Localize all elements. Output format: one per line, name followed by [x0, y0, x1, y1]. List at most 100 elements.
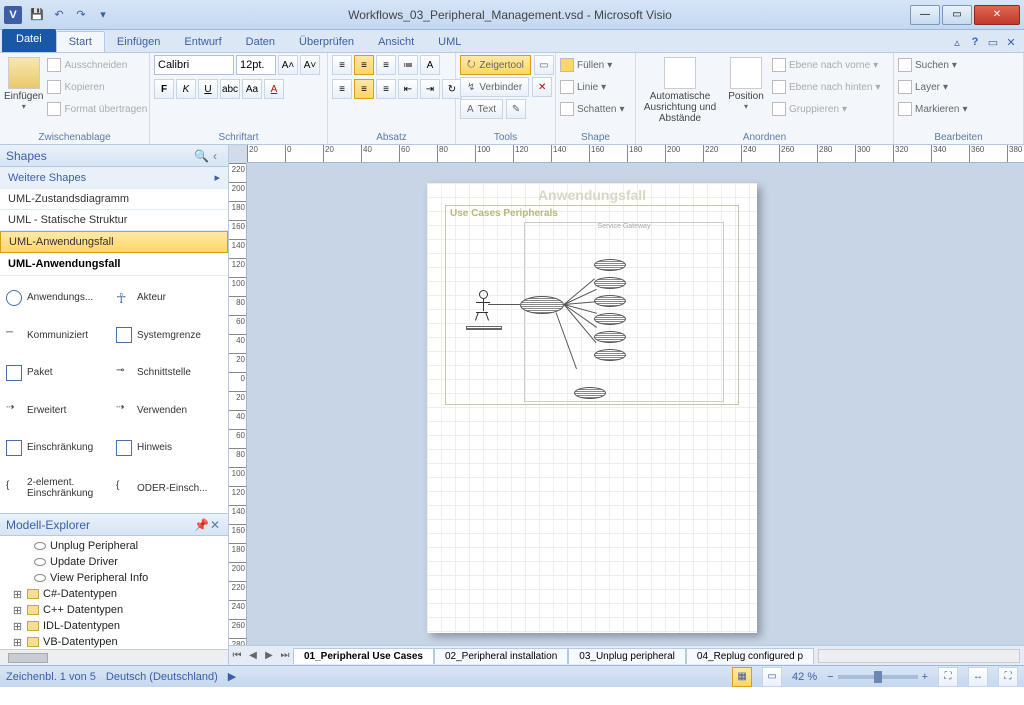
help-icon[interactable]: ? — [968, 36, 982, 48]
shape-actor[interactable]: ☥Akteur — [116, 282, 222, 314]
undo-icon[interactable]: ↶ — [50, 6, 68, 24]
tab-view[interactable]: Ansicht — [366, 32, 426, 52]
shape-usecase[interactable]: Anwendungs... — [6, 282, 112, 314]
position-button[interactable]: Position ▾ — [724, 55, 768, 111]
align-left-button[interactable]: ≡ — [332, 79, 352, 99]
shape-communicates[interactable]: ─Kommuniziert — [6, 320, 112, 352]
shape-extends[interactable]: ⇢Erweitert — [6, 395, 112, 427]
tab-start[interactable]: Start — [56, 31, 105, 52]
shapes-collapse-icon[interactable]: ‹ — [208, 149, 222, 163]
qat-dropdown-icon[interactable]: ▾ — [94, 6, 112, 24]
fill-button[interactable]: Füllen ▾ — [560, 55, 625, 75]
shape-or-constraint[interactable]: {ODER-Einsch... — [116, 470, 222, 508]
page-tab-0[interactable]: 01_Peripheral Use Cases — [293, 648, 434, 664]
more-shapes-row[interactable]: Weitere Shapes▸ — [0, 167, 228, 189]
send-back-button[interactable]: Ebene nach hinten ▾ — [772, 77, 880, 97]
clear-format-button[interactable]: A — [420, 55, 440, 75]
ribbon-minimize-icon[interactable]: ▵ — [950, 36, 964, 49]
actor-figure[interactable] — [476, 290, 490, 320]
align-top-button[interactable]: ≡ — [332, 55, 352, 75]
strike-button[interactable]: abc — [220, 79, 240, 99]
explorer-pin-icon[interactable]: 📌 — [194, 518, 208, 532]
explorer-tree[interactable]: Unplug Peripheral Update Driver View Per… — [0, 536, 228, 649]
fullscreen-icon[interactable]: ⛶ — [998, 667, 1018, 687]
macro-icon[interactable]: ▶ — [228, 670, 236, 683]
drawing-page[interactable]: Anwendungsfall Use Cases Peripherals Ser… — [427, 183, 757, 633]
format-painter-button[interactable]: Format übertragen — [47, 99, 147, 119]
align-middle-button[interactable]: ≡ — [354, 55, 374, 75]
canvas-hscroll[interactable] — [818, 649, 1020, 663]
usecase-5[interactable] — [594, 331, 626, 343]
window-close2-icon[interactable]: ✕ — [1004, 36, 1018, 49]
font-size-input[interactable] — [236, 55, 276, 75]
line-button[interactable]: Linie ▾ — [560, 77, 625, 97]
shape-boundary[interactable]: Systemgrenze — [116, 320, 222, 352]
view-mode-wide-icon[interactable]: ▭ — [762, 667, 782, 687]
align-bottom-button[interactable]: ≡ — [376, 55, 396, 75]
zoom-label[interactable]: 42 % — [792, 671, 817, 683]
usecase-6[interactable] — [594, 349, 626, 361]
cut-button[interactable]: Ausschneiden — [47, 55, 147, 75]
bring-front-button[interactable]: Ebene nach vorne ▾ — [772, 55, 880, 75]
stencil-row-1[interactable]: UML - Statische Struktur — [0, 210, 228, 231]
layer-button[interactable]: Layer ▾ — [898, 77, 968, 97]
page-tab-1[interactable]: 02_Peripheral installation — [434, 648, 568, 664]
shape-constraint[interactable]: Einschränkung — [6, 432, 112, 464]
cancel-tool-icon[interactable]: ✕ — [532, 77, 552, 97]
expand-icon[interactable]: ⊞ — [12, 620, 23, 633]
main-usecase[interactable] — [520, 296, 564, 314]
select-button[interactable]: Markieren ▾ — [898, 99, 968, 119]
auto-align-button[interactable]: Automatische Ausrichtung und Abstände — [640, 55, 720, 124]
page-last-icon[interactable]: ⏭ — [277, 650, 293, 661]
pointer-tool-button[interactable]: ⭮ Zeigertool — [460, 55, 531, 75]
bold-button[interactable]: F — [154, 79, 174, 99]
page-prev-icon[interactable]: ◀ — [245, 650, 261, 661]
shape-package[interactable]: Paket — [6, 357, 112, 389]
expand-icon[interactable]: ⊞ — [12, 636, 23, 649]
copy-button[interactable]: Kopieren — [47, 77, 147, 97]
text-tool-button[interactable]: A Text — [460, 99, 503, 119]
usecase-4[interactable] — [594, 313, 626, 325]
save-icon[interactable]: 💾 — [28, 6, 46, 24]
font-color-button[interactable]: A — [264, 79, 284, 99]
actor-platform[interactable] — [466, 326, 502, 330]
shape-interface[interactable]: ⊸Schnittstelle — [116, 357, 222, 389]
stencil-row-0[interactable]: UML-Zustandsdiagramm — [0, 189, 228, 210]
group-button[interactable]: Gruppieren ▾ — [772, 99, 880, 119]
usecase-1[interactable] — [594, 259, 626, 271]
usecase-3[interactable] — [594, 295, 626, 307]
page-tab-2[interactable]: 03_Unplug peripheral — [568, 648, 686, 664]
connector-tool-button[interactable]: ↯ Verbinder — [460, 77, 529, 97]
align-center-button[interactable]: ≡ — [354, 79, 374, 99]
rectangle-tool-button[interactable]: ▭ — [534, 55, 554, 75]
drawing-surface[interactable]: Anwendungsfall Use Cases Peripherals Ser… — [247, 163, 1024, 645]
minimize-button[interactable]: — — [910, 5, 940, 25]
zoom-out-icon[interactable]: − — [827, 671, 833, 683]
case-button[interactable]: Aa — [242, 79, 262, 99]
window-option-icon[interactable]: ▭ — [986, 36, 1000, 49]
shrink-font-icon[interactable]: A˅ — [300, 55, 320, 75]
page-next-icon[interactable]: ▶ — [261, 650, 277, 661]
language-indicator[interactable]: Deutsch (Deutschland) — [106, 671, 218, 683]
zoom-in-icon[interactable]: + — [922, 671, 928, 683]
explorer-close-icon[interactable]: ✕ — [208, 518, 222, 532]
font-name-input[interactable] — [154, 55, 234, 75]
zoom-slider[interactable]: − + — [827, 671, 928, 683]
page-first-icon[interactable]: ⏮ — [229, 650, 245, 661]
tab-data[interactable]: Daten — [234, 32, 287, 52]
tab-insert[interactable]: Einfügen — [105, 32, 172, 52]
connector[interactable] — [488, 304, 520, 305]
usecase-container[interactable]: Use Cases Peripherals Service Gateway — [445, 205, 739, 405]
expand-icon[interactable]: ⊞ — [12, 588, 23, 601]
paste-button[interactable]: Einfügen ▾ — [4, 55, 43, 111]
maximize-button[interactable]: ▭ — [942, 5, 972, 25]
redo-icon[interactable]: ↷ — [72, 6, 90, 24]
close-button[interactable]: ✕ — [974, 5, 1020, 25]
usecase-2[interactable] — [594, 277, 626, 289]
tab-uml[interactable]: UML — [426, 32, 473, 52]
tab-review[interactable]: Überprüfen — [287, 32, 366, 52]
stencil-row-2[interactable]: UML-Anwendungsfall — [0, 231, 228, 253]
explorer-hscroll[interactable] — [0, 649, 228, 665]
pencil-tool-button[interactable]: ✎ — [506, 99, 526, 119]
bullets-button[interactable]: ≔ — [398, 55, 418, 75]
